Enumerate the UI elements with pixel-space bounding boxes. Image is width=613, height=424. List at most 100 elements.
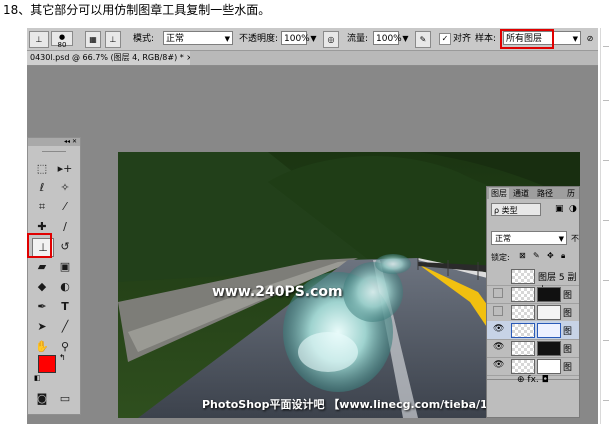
- footer-credit-text: PhotoShop平面设计吧 【www.linecg.com/tieba/178…: [202, 398, 522, 411]
- brush-dot-icon: ●: [58, 33, 66, 41]
- layer-row-selected[interactable]: 👁︎ 图: [487, 321, 579, 340]
- layers-tab-strip: 图层 通道 路径 历: [487, 187, 579, 199]
- toolbox-header[interactable]: ◂◂ ✕: [28, 138, 80, 146]
- crop-icon[interactable]: ⌗: [32, 198, 52, 215]
- default-colors-icon[interactable]: ◧: [34, 374, 41, 382]
- dodge-icon[interactable]: ◐: [55, 278, 75, 295]
- document-tab-bar: 0430l.psd @ 66.7% (图层 4, RGB/8#) * ×: [27, 51, 598, 66]
- screen-mode-icon[interactable]: ▭: [55, 390, 75, 407]
- filter-image-icon[interactable]: ▣: [555, 204, 564, 214]
- path-select-icon[interactable]: ➤: [32, 318, 52, 335]
- layer-thumbnail: [511, 287, 535, 302]
- swap-colors-icon[interactable]: ↰: [59, 353, 66, 362]
- quick-select-icon[interactable]: ✧: [55, 179, 75, 196]
- lock-all-icon[interactable]: 🔒︎: [561, 251, 565, 261]
- aligned-checkbox[interactable]: ✓: [439, 33, 451, 45]
- layers-panel: 图层 通道 路径 历 ρ 类型 ▣ ◑ 正常 ▼ 不 锁定: ⊠ ✎ ✥ 🔒︎ …: [486, 186, 580, 418]
- layer-mask-thumbnail: [537, 359, 561, 374]
- layer-name: 图: [563, 327, 573, 337]
- visibility-toggle-icon[interactable]: [493, 270, 503, 280]
- layer-thumbnail: [511, 341, 535, 356]
- layer-row[interactable]: 👁︎ 图: [487, 339, 579, 358]
- type-icon[interactable]: T: [55, 298, 75, 315]
- opacity-input[interactable]: 100%: [281, 31, 310, 45]
- filter-adjust-icon[interactable]: ◑: [569, 204, 577, 214]
- chevron-down-icon: ▼: [558, 235, 564, 243]
- brush-size-value: 80: [57, 41, 67, 49]
- history-brush-icon[interactable]: ↺: [55, 238, 75, 255]
- quick-mask-icon[interactable]: ◙: [32, 390, 52, 407]
- visibility-toggle-icon[interactable]: [493, 288, 503, 298]
- mode-select[interactable]: 正常 ▼: [163, 31, 233, 45]
- mode-label: 模式:: [133, 34, 155, 44]
- tutorial-caption: 18、其它部分可以用仿制图章工具复制一些水面。: [0, 0, 613, 26]
- filter-value: ρ 类型: [494, 206, 518, 215]
- layer-name: 图: [563, 363, 573, 373]
- aligned-label: 对齐: [453, 34, 472, 44]
- pen-icon[interactable]: ✒: [32, 298, 52, 315]
- layer-row[interactable]: 图: [487, 285, 579, 304]
- eye-icon[interactable]: 👁︎: [493, 342, 504, 352]
- tab-history[interactable]: 历: [567, 188, 575, 199]
- clone-source-panel-icon[interactable]: ⊥: [105, 31, 121, 48]
- layer-name: 图: [563, 291, 573, 301]
- blend-mode-select[interactable]: 正常 ▼: [491, 231, 567, 245]
- opacity-label: 不透明度:: [239, 34, 279, 44]
- layer-filter-select[interactable]: ρ 类型: [491, 203, 541, 216]
- tab-paths[interactable]: 路径: [537, 188, 553, 199]
- tab-channels[interactable]: 通道: [513, 188, 529, 199]
- lock-pixels-icon[interactable]: ✎: [533, 251, 540, 260]
- side-tick: [603, 340, 609, 341]
- document-tab[interactable]: 0430l.psd @ 66.7% (图层 4, RGB/8#) * ×: [27, 51, 190, 65]
- chevron-down-icon: ▼: [224, 35, 230, 43]
- lasso-icon[interactable]: ℓ: [32, 179, 52, 196]
- hand-icon[interactable]: ✋: [32, 338, 52, 355]
- side-tick: [603, 220, 609, 221]
- lock-position-icon[interactable]: ✥: [547, 251, 554, 260]
- layer-row[interactable]: 图层 5 副本: [487, 267, 579, 296]
- marquee-icon[interactable]: ⬚: [32, 160, 52, 177]
- tab-layers[interactable]: 图层: [489, 188, 509, 199]
- layer-row[interactable]: 👁︎ 图: [487, 357, 579, 376]
- layer-row[interactable]: 图: [487, 303, 579, 322]
- pressure-opacity-icon[interactable]: ◎: [323, 31, 339, 48]
- lock-transparency-icon[interactable]: ⊠: [519, 251, 526, 260]
- ignore-adjustment-icon[interactable]: ⊘: [585, 31, 595, 46]
- layer-mask-thumbnail: [537, 305, 561, 320]
- chevron-down-icon: ▼: [572, 35, 578, 43]
- opacity-dropdown-icon[interactable]: ▼: [309, 31, 318, 46]
- visibility-toggle-icon[interactable]: [493, 306, 503, 316]
- lock-label: 锁定:: [491, 253, 510, 262]
- flow-dropdown-icon[interactable]: ▼: [401, 31, 410, 46]
- layer-name: 图: [563, 345, 573, 355]
- eyedropper-icon[interactable]: ⁄: [55, 198, 75, 215]
- flow-input[interactable]: 100%: [373, 31, 402, 45]
- blur-icon[interactable]: ◆: [32, 278, 52, 295]
- toolbox: ◂◂ ✕ ⬚ ▸+ ℓ ✧ ⌗ ⁄ ✚ ∕ ⊥ ↺ ▰ ▣ ◆ ◐ ✒ T ➤ …: [27, 137, 81, 415]
- mode-value: 正常: [166, 34, 185, 44]
- eye-icon[interactable]: 👁︎: [493, 324, 504, 334]
- move-icon[interactable]: ▸+: [55, 160, 75, 177]
- brush-panel-toggle-icon[interactable]: ▦: [85, 31, 101, 48]
- eye-icon[interactable]: 👁︎: [493, 360, 504, 370]
- clone-stamp-preset-icon[interactable]: ⊥: [29, 31, 49, 48]
- line-icon[interactable]: ╱: [55, 318, 75, 335]
- side-tick: [603, 400, 609, 401]
- opacity-short-label: 不: [571, 234, 579, 243]
- eraser-icon[interactable]: ▰: [32, 258, 52, 275]
- brush-size-picker[interactable]: ● 80: [51, 31, 73, 49]
- side-tick: [603, 100, 609, 101]
- brush-icon[interactable]: ∕: [55, 218, 75, 235]
- side-tick: [603, 280, 609, 281]
- layer-mask-thumbnail: [537, 341, 561, 356]
- foreground-color-swatch[interactable]: [38, 355, 56, 373]
- page-side-divider: [600, 28, 601, 424]
- gradient-icon[interactable]: ▣: [55, 258, 75, 275]
- sample-highlight-box: [500, 29, 554, 49]
- layer-name: 图: [563, 309, 573, 319]
- layers-footer-icons[interactable]: ⊕ fx. ◘: [517, 375, 549, 385]
- airbrush-icon[interactable]: ✎: [415, 31, 431, 48]
- side-tick: [603, 160, 609, 161]
- layer-thumbnail: [511, 323, 535, 338]
- flow-label: 流量:: [347, 34, 369, 44]
